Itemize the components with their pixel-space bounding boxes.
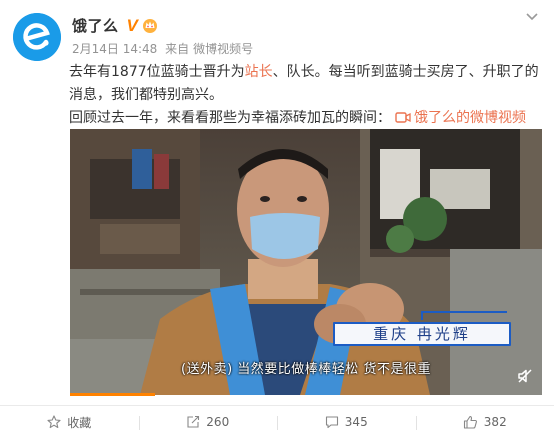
more-options-icon[interactable] — [522, 10, 542, 24]
comment-icon — [325, 416, 338, 429]
video-frame — [70, 129, 542, 395]
thumbs-up-icon — [463, 415, 477, 429]
star-icon — [47, 415, 61, 429]
video-progress-bar — [70, 393, 155, 396]
eleme-logo-icon — [13, 13, 61, 61]
mute-icon[interactable] — [517, 368, 533, 384]
like-button[interactable]: 382 — [415, 406, 554, 438]
video-link-icon — [395, 112, 411, 123]
comment-button[interactable]: 345 — [277, 406, 416, 438]
repost-count: 260 — [206, 415, 230, 429]
verified-badge-icon: V — [126, 15, 138, 35]
post-meta: 2月14日 14:48 来自 微博视频号 — [72, 40, 257, 57]
post-timestamp[interactable]: 2月14日 14:48 — [72, 42, 157, 56]
video-source-link[interactable]: 饿了么的微博视频 — [391, 110, 526, 126]
video-player[interactable] — [70, 129, 542, 395]
post-paragraph-1: 去年有1877位蓝骑士晋升为站长、队长。每当听到蓝骑士买房了、升职了的消息，我们… — [69, 61, 539, 107]
repost-icon — [187, 415, 200, 428]
vip-crown-icon — [142, 19, 157, 33]
post-text-part1: 去年有1877位蓝骑士晋升为 — [69, 64, 245, 80]
video-link-label: 饿了么的微博视频 — [414, 110, 526, 126]
post-paragraph-2: 回顾过去一年，来看看那些为幸福添砖加瓦的瞬间： 饿了么的微博视频 — [69, 107, 539, 130]
caption-corner-frame — [421, 311, 507, 320]
author-row: 饿了么 V — [72, 15, 158, 35]
post-text: 去年有1877位蓝骑士晋升为站长、队长。每当听到蓝骑士买房了、升职了的消息，我们… — [69, 61, 539, 130]
source-prefix: 来自 — [165, 42, 190, 56]
favorite-button[interactable]: 收藏 — [0, 406, 139, 438]
comment-count: 345 — [344, 415, 368, 429]
video-subtitle: (送外卖) 当然要比做棒棒轻松 货不是很重 — [181, 362, 431, 377]
favorite-label: 收藏 — [67, 415, 92, 430]
name-caption: 重庆 冉光辉 — [373, 325, 471, 343]
author-name[interactable]: 饿了么 — [72, 15, 119, 36]
post-text-line2: 回顾过去一年，来看看那些为幸福添砖加瓦的瞬间： — [69, 110, 391, 126]
repost-button[interactable]: 260 — [138, 406, 278, 438]
action-bar: 收藏 260 345 382 — [0, 405, 554, 438]
author-avatar[interactable] — [13, 13, 61, 61]
like-count: 382 — [483, 415, 507, 429]
post-source[interactable]: 微博视频号 — [193, 42, 253, 56]
station-master-link[interactable]: 站长 — [245, 64, 273, 80]
